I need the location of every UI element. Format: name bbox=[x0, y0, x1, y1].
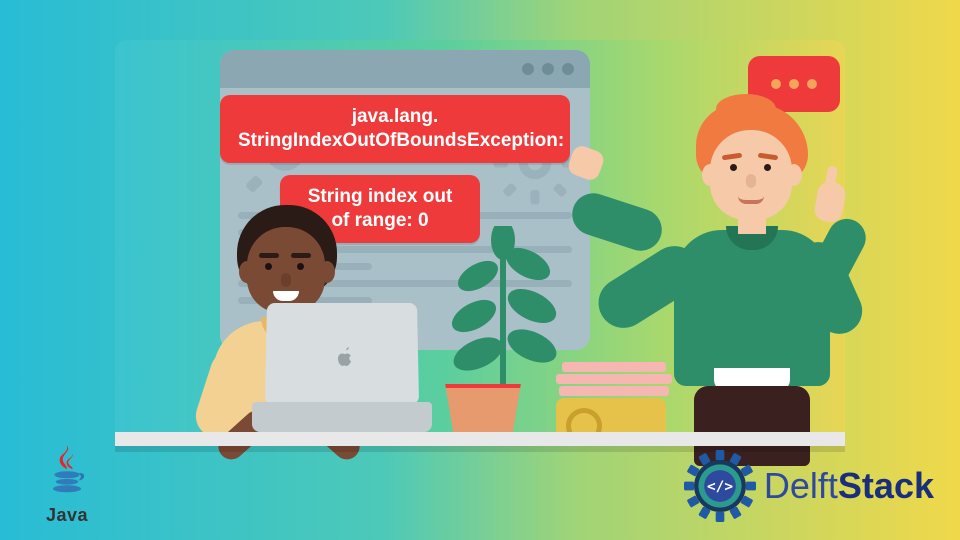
delftstack-badge-icon: </> bbox=[684, 450, 756, 522]
apple-logo-icon bbox=[334, 346, 352, 366]
java-logo: Java bbox=[30, 444, 104, 526]
svg-text:</>: </> bbox=[707, 479, 733, 495]
window-control-dot bbox=[522, 63, 534, 75]
ellipsis-dot bbox=[771, 79, 781, 89]
window-control-dot bbox=[542, 63, 554, 75]
error-line: StringIndexOutOfBoundsException: bbox=[238, 129, 552, 153]
java-logo-text: Java bbox=[30, 505, 104, 526]
error-line: java.lang. bbox=[238, 105, 552, 129]
plant-icon bbox=[448, 226, 558, 386]
error-message-exception: java.lang. StringIndexOutOfBoundsExcepti… bbox=[220, 95, 570, 163]
delft-suffix: Stack bbox=[838, 465, 934, 506]
ellipsis-dot bbox=[789, 79, 799, 89]
ellipsis-dot bbox=[807, 79, 817, 89]
java-cup-icon bbox=[39, 444, 95, 500]
delft-prefix: Delft bbox=[764, 465, 838, 506]
window-control-dot bbox=[562, 63, 574, 75]
browser-titlebar bbox=[220, 50, 590, 88]
person-standing bbox=[620, 104, 880, 464]
delftstack-logo: </> DelftStack bbox=[684, 450, 934, 522]
desk bbox=[115, 432, 845, 446]
delftstack-text: DelftStack bbox=[764, 465, 934, 507]
